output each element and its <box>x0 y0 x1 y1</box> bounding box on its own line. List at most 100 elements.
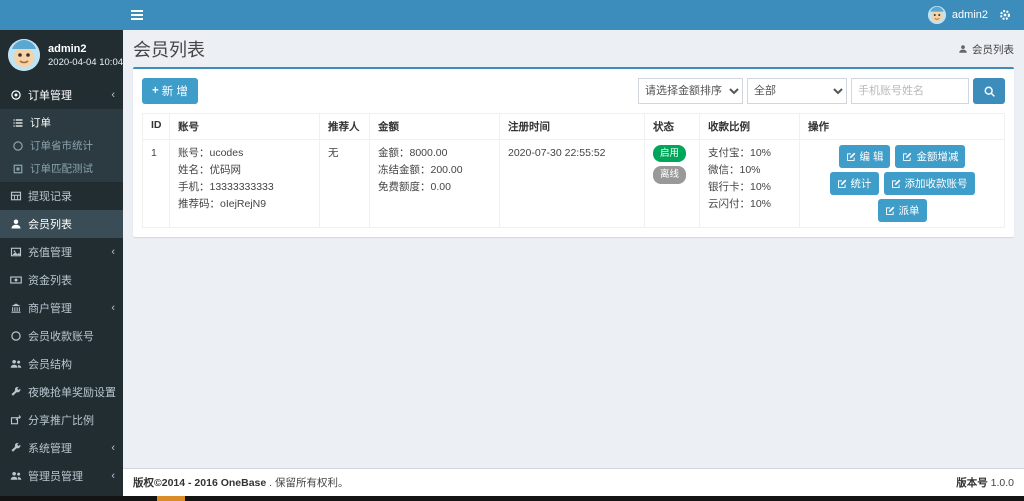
sidebar-item-order-match-test[interactable]: 订单匹配测试 <box>0 157 123 180</box>
square-icon <box>12 163 24 175</box>
sidebar-item-label: 夜晚抢单奖励设置 <box>28 384 116 400</box>
sidebar-user-panel: admin2 2020-04-04 10:04:00 <box>0 30 123 81</box>
breadcrumb-label: 会员列表 <box>972 42 1014 57</box>
sidebar-item-merchant-management[interactable]: 商户管理 ‹ <box>0 294 123 322</box>
chevron-left-icon: ‹ <box>111 471 117 482</box>
sidebar-item-label: 管理员管理 <box>28 468 83 484</box>
edit-icon <box>837 179 847 189</box>
sidebar-menu: 订单管理 ‹ 订单 订单省市统计 订单匹配测试 提现记录 <box>0 81 123 501</box>
sidebar-item-label: 系统管理 <box>28 440 72 456</box>
bottom-taskbar-strip <box>0 496 1024 501</box>
table-icon <box>10 190 22 202</box>
add-payment-account-button[interactable]: 添加收款账号 <box>884 172 975 195</box>
users-icon <box>10 358 22 370</box>
app-window: admin2 admin2 2020-04-04 10:04:00 订单管理 ‹… <box>0 0 1024 501</box>
page-title: 会员列表 <box>133 36 205 62</box>
navbar-user-menu[interactable]: admin2 <box>928 6 988 24</box>
user-icon <box>10 218 22 230</box>
edit-icon <box>885 206 895 216</box>
list-icon <box>12 117 24 129</box>
sidebar-item-member-list[interactable]: 会员列表 <box>0 210 123 238</box>
wrench-icon <box>10 386 22 398</box>
sidebar-submenu-orders: 订单 订单省市统计 订单匹配测试 <box>0 109 123 182</box>
cell-id: 1 <box>143 140 170 228</box>
chevron-left-icon: ‹ <box>111 303 117 314</box>
sidebar-item-system-management[interactable]: 系统管理 ‹ <box>0 434 123 462</box>
sidebar-item-funds-list[interactable]: 资金列表 <box>0 266 123 294</box>
sidebar-item-member-payment-accounts[interactable]: 会员收款账号 <box>0 322 123 350</box>
footer-version: 版本号 1.0.0 <box>956 475 1014 490</box>
sidebar-item-withdraw-records[interactable]: 提现记录 <box>0 182 123 210</box>
sidebar-toggle-icon[interactable] <box>131 0 157 30</box>
share-icon <box>10 414 22 426</box>
col-amount: 金额 <box>370 114 500 140</box>
cell-ratio: 支付宝：10% 微信：10% 银行卡：10% 云闪付：10% <box>700 140 800 228</box>
main-content: 会员列表 会员列表 + 新 增 请选择金额排序 全部 <box>123 30 1024 496</box>
cell-account: 账号：ucodes 姓名：优码网 手机：13333333333 推荐码：oIej… <box>170 140 320 228</box>
navbar-username: admin2 <box>952 9 988 21</box>
sidebar-item-orders[interactable]: 订单 <box>0 111 123 134</box>
col-account: 账号 <box>170 114 320 140</box>
col-ratio: 收款比例 <box>700 114 800 140</box>
footer: 版权©2014 - 2016 OneBase . 保留所有权利。 版本号 1.0… <box>123 468 1024 496</box>
sidebar-item-order-province-stats[interactable]: 订单省市统计 <box>0 134 123 157</box>
circle-icon <box>12 140 24 152</box>
chevron-left-icon: ‹ <box>111 90 117 101</box>
add-button-label: 新 增 <box>162 83 188 99</box>
amount-adjust-button[interactable]: 金额增减 <box>895 145 965 168</box>
add-member-button[interactable]: + 新 增 <box>142 78 198 104</box>
sidebar-item-label: 资金列表 <box>28 272 72 288</box>
edit-icon <box>891 179 901 189</box>
sidebar-item-label: 订单 <box>30 115 51 130</box>
plus-icon: + <box>152 85 159 97</box>
footer-copyright: 版权©2014 - 2016 OneBase . 保留所有权利。 <box>133 475 349 490</box>
search-button[interactable] <box>973 78 1005 104</box>
sidebar-item-order-management[interactable]: 订单管理 ‹ <box>0 81 123 109</box>
search-input[interactable] <box>851 78 969 104</box>
sidebar-item-label: 订单匹配测试 <box>30 161 93 176</box>
col-reg-time: 注册时间 <box>500 114 645 140</box>
sidebar-item-admin-management[interactable]: 管理员管理 ‹ <box>0 462 123 490</box>
chevron-left-icon: ‹ <box>111 443 117 454</box>
table-row: 1 账号：ucodes 姓名：优码网 手机：13333333333 推荐码：oI… <box>143 140 1005 228</box>
breadcrumb[interactable]: 会员列表 <box>958 42 1014 57</box>
edit-button[interactable]: 编 辑 <box>839 145 891 168</box>
sidebar-item-label: 订单省市统计 <box>30 138 93 153</box>
sidebar-item-label: 分享推广比例 <box>28 412 94 428</box>
sidebar-item-label: 商户管理 <box>28 300 72 316</box>
sidebar-item-share-promotion-ratio[interactable]: 分享推广比例 <box>0 406 123 434</box>
dispatch-order-button[interactable]: 派单 <box>878 199 927 222</box>
amount-sort-select[interactable]: 请选择金额排序 <box>638 78 743 104</box>
status-badge-offline: 离线 <box>653 166 686 183</box>
sidebar-item-label: 会员结构 <box>28 356 72 372</box>
circle-icon <box>10 330 22 342</box>
taskbar-orange-segment <box>157 496 185 501</box>
sidebar-item-member-structure[interactable]: 会员结构 <box>0 350 123 378</box>
cell-actions: 编 辑 金额增减 <box>800 140 1005 228</box>
cell-amount: 金额：8000.00 冻结金额：200.00 免费额度：0.00 <box>370 140 500 228</box>
chevron-left-icon: ‹ <box>111 247 117 258</box>
col-id: ID <box>143 114 170 140</box>
sidebar-item-recharge-management[interactable]: 充值管理 ‹ <box>0 238 123 266</box>
member-table: ID 账号 推荐人 金额 注册时间 状态 收款比例 操作 1 账号：uco <box>142 113 1005 228</box>
edit-icon <box>902 152 912 162</box>
sidebar-item-label: 充值管理 <box>28 244 72 260</box>
bank-icon <box>10 302 22 314</box>
top-navbar: admin2 <box>0 0 1024 30</box>
sidebar-item-night-order-reward-settings[interactable]: 夜晚抢单奖励设置 <box>0 378 123 406</box>
sidebar-item-label: 提现记录 <box>28 188 72 204</box>
cell-referrer: 无 <box>320 140 370 228</box>
edit-icon <box>846 152 856 162</box>
avatar <box>8 39 40 71</box>
user-icon <box>958 44 968 54</box>
table-header-row: ID 账号 推荐人 金额 注册时间 状态 收款比例 操作 <box>143 114 1005 140</box>
scope-select[interactable]: 全部 <box>747 78 847 104</box>
sidebar-item-label: 会员收款账号 <box>28 328 94 344</box>
settings-gear-icon[interactable] <box>996 6 1014 24</box>
sidebar: admin2 2020-04-04 10:04:00 订单管理 ‹ 订单 订单省… <box>0 30 123 501</box>
users-icon <box>10 470 22 482</box>
col-status: 状态 <box>645 114 700 140</box>
stats-button[interactable]: 统计 <box>830 172 879 195</box>
image-icon <box>10 246 22 258</box>
sidebar-item-label: 会员列表 <box>28 216 72 232</box>
